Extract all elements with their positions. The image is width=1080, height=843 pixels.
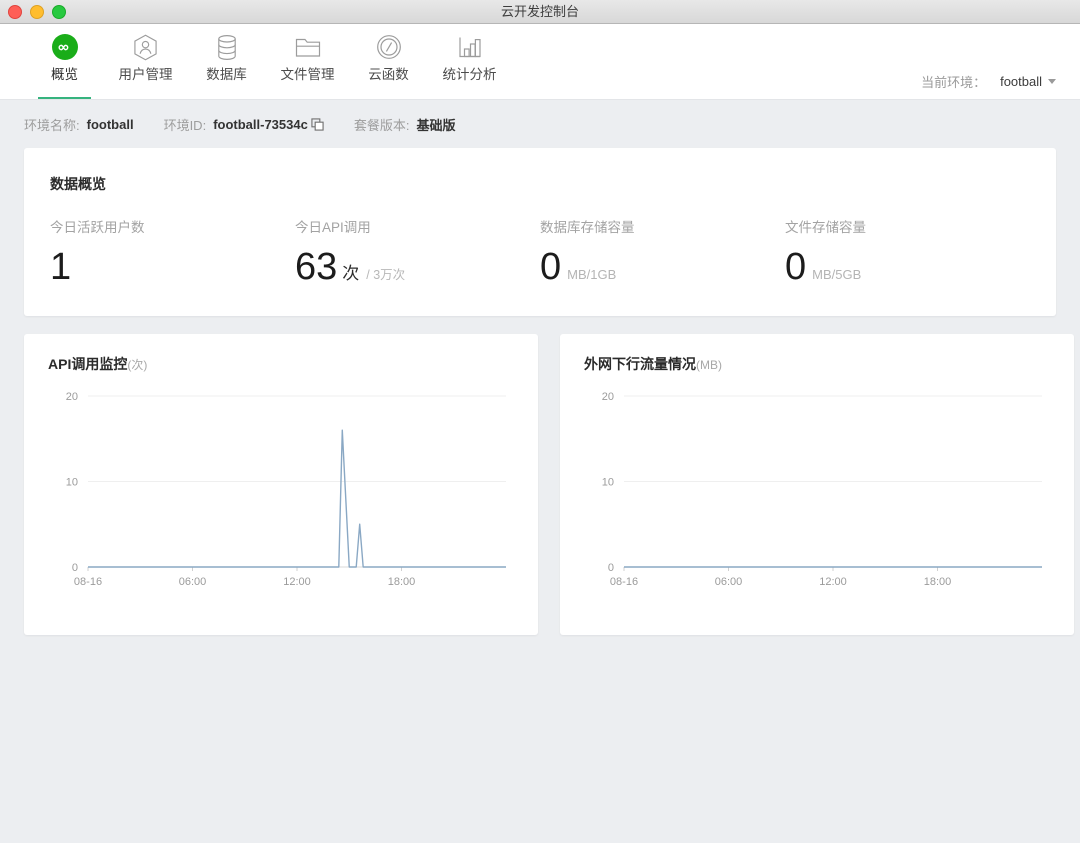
- nav-item-file-management[interactable]: 文件管理: [267, 24, 348, 99]
- api-call-monitor-chart: 0 10 20 08-16 06:00 12:00 18:00: [48, 382, 514, 607]
- api-call-monitor-title-text: API调用监控: [48, 356, 127, 372]
- svg-text:12:00: 12:00: [283, 576, 311, 588]
- metric-api-calls-quota: / 3万次: [366, 264, 405, 283]
- chevron-down-icon[interactable]: [1048, 79, 1056, 84]
- env-field-name: 环境名称: football: [24, 115, 134, 134]
- nav-item-database[interactable]: 数据库: [186, 24, 267, 99]
- nav-item-statistics[interactable]: 统计分析: [429, 24, 510, 99]
- svg-text:10: 10: [602, 477, 614, 489]
- nav-item-cloud-function[interactable]: 云函数: [348, 24, 429, 99]
- metric-api-calls-value: 63: [295, 248, 337, 286]
- data-overview-card: 数据概览 今日活跃用户数 1 今日API调用 63 次 / 3万次 数据库存储容…: [24, 148, 1056, 316]
- svg-text:20: 20: [66, 391, 78, 403]
- window-title: 云开发控制台: [0, 0, 1080, 23]
- nav-item-overview[interactable]: 概览: [24, 24, 105, 99]
- env-field-plan-key: 套餐版本:: [354, 115, 410, 134]
- nav-label-database: 数据库: [206, 68, 247, 82]
- metric-file-storage-value: 0: [785, 248, 806, 286]
- folder-icon: [295, 33, 321, 61]
- outbound-traffic-title-text: 外网下行流量情况: [584, 356, 696, 372]
- svg-text:0: 0: [72, 562, 78, 574]
- nav-label-user-management: 用户管理: [119, 68, 173, 82]
- close-button[interactable]: [8, 5, 22, 19]
- metric-database-storage: 数据库存储容量 0 MB/1GB: [540, 216, 785, 286]
- metric-active-users-value: 1: [50, 248, 71, 286]
- nav-item-user-management[interactable]: 用户管理: [105, 24, 186, 99]
- metric-database-storage-quota: MB/1GB: [567, 267, 616, 282]
- metric-file-storage-quota: MB/5GB: [812, 267, 861, 282]
- nav-label-statistics: 统计分析: [443, 68, 497, 82]
- env-field-id-value: football-73534c: [213, 117, 308, 132]
- api-call-monitor-unit: (次): [127, 358, 147, 372]
- data-overview-title: 数据概览: [50, 174, 1030, 194]
- svg-text:06:00: 06:00: [179, 576, 207, 588]
- minimize-button[interactable]: [30, 5, 44, 19]
- env-field-id: 环境ID: football-73534c: [164, 115, 324, 134]
- svg-text:0: 0: [608, 562, 614, 574]
- api-call-monitor-card: API调用监控(次) 0 10 20 08-16 06:00 12:00 18:00: [24, 334, 538, 635]
- svg-text:18:00: 18:00: [388, 576, 416, 588]
- env-field-plan-value: 基础版: [416, 115, 455, 134]
- user-hexagon-icon: [133, 33, 158, 61]
- cloud-function-icon: [376, 33, 402, 61]
- metric-api-calls-label: 今日API调用: [295, 216, 540, 236]
- svg-text:20: 20: [602, 391, 614, 403]
- svg-text:18:00: 18:00: [924, 576, 952, 588]
- env-field-name-value: football: [87, 117, 134, 132]
- outbound-traffic-unit: (MB): [696, 358, 722, 372]
- environment-selector-value: football: [1000, 74, 1042, 89]
- nav-items: 概览 用户管理 数据库: [24, 24, 510, 99]
- main-content: 数据概览 今日活跃用户数 1 今日API调用 63 次 / 3万次 数据库存储容…: [0, 148, 1080, 635]
- infinity-icon: [52, 33, 78, 61]
- metric-file-storage: 文件存储容量 0 MB/5GB: [785, 216, 1030, 286]
- env-field-plan: 套餐版本: 基础版: [354, 115, 456, 134]
- nav-label-file-management: 文件管理: [281, 68, 335, 82]
- svg-text:08-16: 08-16: [610, 576, 638, 588]
- metrics-row: 今日活跃用户数 1 今日API调用 63 次 / 3万次 数据库存储容量 0 M…: [50, 216, 1030, 286]
- maximize-button[interactable]: [52, 5, 66, 19]
- main-navigation: 概览 用户管理 数据库: [0, 24, 1080, 100]
- svg-text:10: 10: [66, 477, 78, 489]
- environment-selector[interactable]: 当前环境： football: [921, 72, 1056, 91]
- metric-database-storage-label: 数据库存储容量: [540, 216, 785, 236]
- charts-row: API调用监控(次) 0 10 20 08-16 06:00 12:00 18:00 外网下…: [24, 334, 1056, 635]
- window-titlebar: 云开发控制台: [0, 0, 1080, 24]
- env-field-id-key: 环境ID:: [164, 115, 207, 134]
- window-controls: [8, 0, 66, 23]
- api-call-monitor-title: API调用监控(次): [48, 354, 514, 374]
- environment-info-bar: 环境名称: football 环境ID: football-73534c 套餐版…: [0, 100, 1080, 148]
- env-field-name-key: 环境名称:: [24, 115, 80, 134]
- metric-api-calls: 今日API调用 63 次 / 3万次: [295, 216, 540, 286]
- outbound-traffic-chart: 0 10 20 08-16 06:00 12:00 18:00: [584, 382, 1050, 607]
- metric-file-storage-label: 文件存储容量: [785, 216, 1030, 236]
- metric-api-calls-unit: 次: [342, 259, 359, 284]
- svg-text:08-16: 08-16: [74, 576, 102, 588]
- nav-active-indicator: [38, 97, 91, 99]
- svg-text:12:00: 12:00: [819, 576, 847, 588]
- nav-label-cloud-function: 云函数: [368, 68, 409, 82]
- metric-database-storage-value: 0: [540, 248, 561, 286]
- outbound-traffic-title: 外网下行流量情况(MB): [584, 354, 1050, 374]
- copy-icon[interactable]: [311, 118, 324, 131]
- nav-label-overview: 概览: [51, 68, 78, 82]
- environment-selector-label: 当前环境：: [921, 72, 986, 91]
- bar-chart-icon: [457, 33, 482, 61]
- outbound-traffic-card: 外网下行流量情况(MB) 0 10 20 08-16 06:00 12:00 18:00: [560, 334, 1074, 635]
- svg-text:06:00: 06:00: [715, 576, 743, 588]
- database-icon: [216, 33, 238, 61]
- metric-active-users: 今日活跃用户数 1: [50, 216, 295, 286]
- metric-active-users-label: 今日活跃用户数: [50, 216, 295, 236]
